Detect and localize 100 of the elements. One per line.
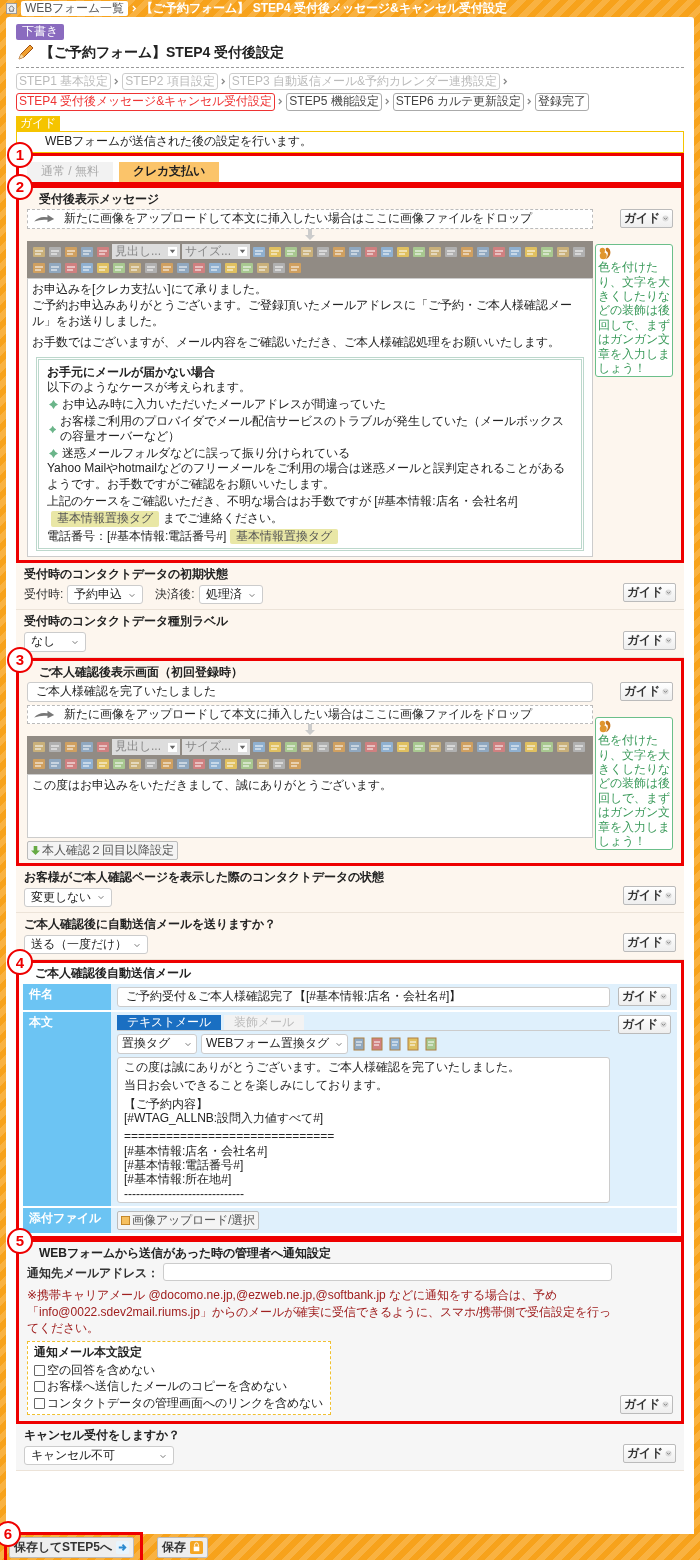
toolbar-icon[interactable] (128, 261, 142, 276)
guide-button[interactable]: ガイド (620, 209, 673, 229)
toolbar-icon[interactable] (460, 740, 474, 755)
toolbar-icon[interactable] (252, 740, 266, 755)
toolbar-icon[interactable] (240, 261, 254, 276)
tag-dropdown[interactable]: 置換タグ (117, 1034, 197, 1054)
toolbar-icon[interactable] (540, 740, 554, 755)
guide-button[interactable]: ガイド (618, 986, 671, 1006)
toolbar-icon[interactable] (96, 740, 110, 755)
dropdown[interactable]: 予約申込 (67, 584, 144, 605)
toolbar-icon[interactable] (380, 244, 394, 259)
breadcrumb-link[interactable]: WEBフォーム一覧 (21, 0, 129, 17)
toolbar-icon[interactable] (524, 740, 538, 755)
step-tab[interactable]: 登録完了 (535, 93, 590, 111)
toolbar-icon[interactable] (476, 244, 490, 259)
dropdown[interactable]: 処理済 (198, 584, 263, 605)
toolbar-icon[interactable] (272, 261, 286, 276)
toolbar-icon[interactable] (32, 740, 46, 755)
dropdown[interactable]: 変更しない (24, 887, 112, 908)
toolbar-icon[interactable] (96, 261, 110, 276)
toolbar-icon[interactable] (388, 1036, 403, 1051)
toolbar-icon[interactable] (176, 757, 190, 771)
toolbar-icon[interactable] (412, 244, 426, 259)
toolbar-icon[interactable] (524, 244, 538, 259)
toolbar-icon[interactable] (424, 1036, 439, 1051)
toolbar-icon[interactable] (268, 244, 282, 259)
mail-body-textarea[interactable]: この度は誠にありがとうございます。ご本人様確認を完了いたしました。 当日お会いできることを楽しみにしております。 【ご予約内容】 [#WTAG_ALLNB:設問入力値すべて#] ============================== [#基本情報:店名・会社名#] [#基本情報:電話番号#] [#基本情報:所在地#] ------------------------------ (117, 1056, 610, 1203)
toolbar-icon[interactable] (572, 740, 586, 755)
toolbar-icon[interactable] (444, 740, 458, 755)
settings-button[interactable]: 本人確認２回目以降設定 (27, 841, 178, 860)
payment-tab[interactable]: クレカ支払い (119, 161, 219, 182)
toolbar-icon[interactable] (32, 244, 46, 259)
step-tab[interactable]: STEP6 カルテ更新設定 (392, 93, 525, 111)
step-tab[interactable]: STEP4 受付後メッセージ&キャンセル受付設定 (16, 93, 276, 111)
toolbar-icon[interactable] (332, 740, 346, 755)
toolbar-icon[interactable] (252, 244, 266, 259)
save-button[interactable]: 保存 (157, 1536, 208, 1558)
toolbar-icon[interactable] (64, 261, 78, 276)
checkbox[interactable] (34, 1364, 45, 1376)
toolbar-icon[interactable] (300, 244, 314, 259)
guide-button[interactable]: ガイド (623, 583, 676, 603)
toolbar-icon[interactable] (80, 261, 94, 276)
toolbar-icon[interactable] (540, 244, 554, 259)
toolbar-icon[interactable] (256, 757, 270, 771)
toolbar-icon[interactable] (32, 757, 46, 771)
toolbar-icon[interactable] (176, 261, 190, 276)
title-input[interactable]: ご本人様確認を完了いたしました (27, 682, 593, 702)
toolbar-icon[interactable] (396, 244, 410, 259)
toolbar-icon[interactable] (64, 757, 78, 771)
guide-button[interactable]: ガイド (618, 1014, 671, 1034)
toolbar-icon[interactable] (64, 740, 78, 755)
toolbar-icon[interactable] (380, 740, 394, 755)
toolbar-icon[interactable] (288, 261, 302, 276)
home-icon[interactable] (6, 3, 17, 14)
toolbar-icon[interactable] (492, 740, 506, 755)
guide-button[interactable]: ガイド (620, 1395, 673, 1415)
drop-zone[interactable]: 新たに画像をアップロードして本文に挿入したい場合はここに画像ファイルをドロップ (27, 704, 593, 725)
toolbar-icon[interactable] (48, 244, 62, 259)
toolbar-icon[interactable] (316, 740, 330, 755)
toolbar-icon[interactable] (144, 757, 158, 771)
toolbar-icon[interactable] (332, 244, 346, 259)
toolbar-icon[interactable] (508, 740, 522, 755)
step-tab[interactable]: STEP5 機能設定 (286, 93, 382, 111)
guide-button[interactable]: ガイド (623, 1444, 676, 1464)
guide-button[interactable]: ガイド (623, 886, 676, 906)
toolbar-icon[interactable] (444, 244, 458, 259)
toolbar-icon[interactable] (224, 261, 238, 276)
toolbar-icon[interactable] (80, 757, 94, 771)
toolbar-icon[interactable] (224, 757, 238, 771)
editor-area[interactable]: この度はお申込みをいただきまして、誠にありがとうございます。 (27, 774, 593, 838)
toolbar-icon[interactable] (396, 740, 410, 755)
toolbar-icon[interactable] (352, 1036, 367, 1051)
toolbar-icon[interactable] (208, 261, 222, 276)
toolbar-icon[interactable] (284, 244, 298, 259)
toolbar-icon[interactable] (96, 757, 110, 771)
toolbar-icon[interactable] (476, 740, 490, 755)
toolbar-icon[interactable] (32, 261, 46, 276)
checkbox[interactable] (34, 1398, 45, 1409)
dropdown[interactable]: キャンセル不可 (24, 1445, 174, 1466)
guide-button[interactable]: ガイド (623, 933, 676, 953)
toolbar-icon[interactable] (272, 757, 286, 771)
toolbar-icon[interactable] (348, 244, 362, 259)
toolbar-icon[interactable] (208, 757, 222, 771)
toolbar-icon[interactable] (240, 757, 254, 771)
toolbar-icon[interactable] (128, 757, 142, 771)
toolbar-icon[interactable] (268, 740, 282, 755)
toolbar-icon[interactable] (348, 740, 362, 755)
toolbar-icon[interactable] (160, 261, 174, 276)
toolbar-icon[interactable] (428, 740, 442, 755)
subject-input[interactable]: ご予約受付＆ご本人様確認完了【[#基本情報:店名・会社名#]】 (117, 986, 610, 1007)
toolbar-icon[interactable] (144, 261, 158, 276)
guide-button[interactable]: ガイド (620, 682, 673, 702)
upload-button[interactable]: 画像アップロード/選択 (117, 1210, 260, 1230)
toolbar-icon[interactable] (192, 261, 206, 276)
email-input[interactable] (163, 1263, 612, 1282)
toolbar-icon[interactable] (64, 244, 78, 259)
toolbar-icon[interactable] (80, 244, 94, 259)
toolbar-icon[interactable] (192, 757, 206, 771)
toolbar-icon[interactable] (572, 244, 586, 259)
toolbar-icon[interactable] (556, 244, 570, 259)
